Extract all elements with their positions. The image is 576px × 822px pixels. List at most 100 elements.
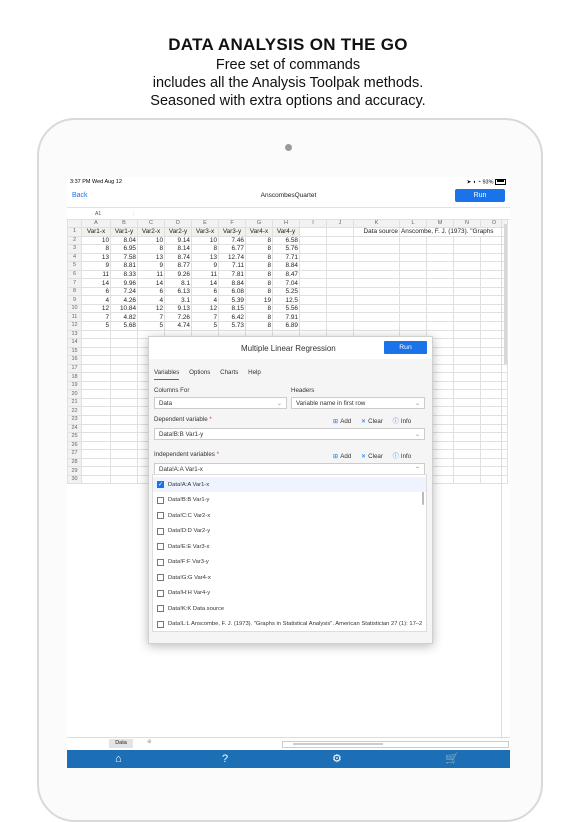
cell[interactable]: 8 <box>81 244 111 254</box>
cell[interactable] <box>353 286 400 297</box>
row-header[interactable]: 30 <box>67 474 82 485</box>
cell[interactable]: 7 <box>137 312 165 322</box>
cell[interactable] <box>81 380 111 391</box>
row-header[interactable]: 13 <box>67 329 82 340</box>
cell[interactable] <box>81 397 111 408</box>
cell[interactable] <box>453 466 481 476</box>
cell[interactable] <box>110 355 138 365</box>
cell[interactable]: 5.25 <box>272 286 300 297</box>
cell[interactable]: 8 <box>191 244 219 254</box>
cell[interactable] <box>453 244 481 254</box>
cell[interactable] <box>453 269 481 280</box>
cell[interactable] <box>353 244 400 254</box>
cell[interactable] <box>453 406 481 417</box>
tab-help[interactable]: Help <box>248 369 261 376</box>
cell[interactable]: 13 <box>191 252 219 263</box>
cell[interactable] <box>326 295 354 305</box>
cell[interactable]: 7.58 <box>110 252 138 263</box>
cell[interactable]: 9 <box>81 261 111 271</box>
column-header[interactable]: D <box>164 219 192 228</box>
column-header[interactable]: C <box>137 219 165 228</box>
cell[interactable]: 8 <box>245 303 273 314</box>
cell[interactable] <box>81 338 111 348</box>
cell[interactable] <box>326 227 354 237</box>
checkbox[interactable] <box>157 605 164 612</box>
cell[interactable] <box>299 286 327 297</box>
cell[interactable] <box>453 389 481 399</box>
cell[interactable] <box>110 474 138 485</box>
cell[interactable]: 8 <box>245 235 273 246</box>
cell[interactable] <box>399 295 427 305</box>
column-header[interactable]: F <box>218 219 246 228</box>
cell[interactable] <box>81 449 111 459</box>
cell[interactable]: 8 <box>245 321 273 331</box>
cell[interactable] <box>326 235 354 246</box>
dependent-add-button[interactable]: ⊞ Add <box>333 418 351 425</box>
cell[interactable]: Var4-y <box>272 227 300 237</box>
checkbox[interactable] <box>157 512 164 519</box>
list-item[interactable]: Data!K:K Data source <box>153 601 426 616</box>
cell[interactable] <box>453 261 481 271</box>
cell[interactable] <box>110 346 138 357</box>
cell[interactable] <box>326 286 354 297</box>
cell[interactable] <box>399 312 427 322</box>
cell[interactable]: 7.91 <box>272 312 300 322</box>
cell[interactable]: 6.42 <box>218 312 246 322</box>
tab-charts[interactable]: Charts <box>220 369 238 376</box>
cell[interactable]: 7.26 <box>164 312 192 322</box>
cell[interactable] <box>453 363 481 374</box>
cell[interactable] <box>110 423 138 434</box>
tab-options[interactable]: Options <box>189 369 210 376</box>
cell[interactable]: 8 <box>245 312 273 322</box>
list-item[interactable]: Data!E:E Var3-x <box>153 539 426 554</box>
cell[interactable] <box>110 466 138 476</box>
cell[interactable]: 9.26 <box>164 269 192 280</box>
cell[interactable] <box>399 303 427 314</box>
cell[interactable]: Var3-x <box>191 227 219 237</box>
cell[interactable] <box>399 252 427 263</box>
row-header[interactable]: 29 <box>67 466 82 476</box>
row-header[interactable]: 25 <box>67 432 82 442</box>
cell[interactable]: 12 <box>191 303 219 314</box>
cell[interactable]: 11 <box>81 269 111 280</box>
cell[interactable] <box>110 389 138 399</box>
cell[interactable] <box>453 415 481 425</box>
scroll-thumb[interactable] <box>504 224 507 364</box>
row-header[interactable]: 7 <box>67 278 82 288</box>
cell[interactable] <box>81 457 111 468</box>
cell[interactable] <box>110 406 138 417</box>
cell[interactable]: 6.13 <box>164 286 192 297</box>
cell[interactable] <box>299 244 327 254</box>
cell[interactable] <box>326 312 354 322</box>
cell[interactable] <box>110 329 138 340</box>
sheet-tab-data[interactable]: Data <box>109 739 133 748</box>
cell[interactable] <box>81 466 111 476</box>
cell[interactable] <box>81 432 111 442</box>
cell[interactable]: 8 <box>245 244 273 254</box>
cell[interactable]: 9 <box>137 261 165 271</box>
cell[interactable] <box>453 380 481 391</box>
cell[interactable] <box>299 252 327 263</box>
cell[interactable]: 9.96 <box>110 278 138 288</box>
cell[interactable] <box>81 423 111 434</box>
checkbox[interactable] <box>157 496 164 504</box>
columns-for-select[interactable]: Data ⌄ <box>154 397 287 409</box>
cell[interactable] <box>299 269 327 280</box>
cell[interactable]: 5 <box>81 321 111 331</box>
cell[interactable] <box>426 278 454 288</box>
cell[interactable] <box>326 244 354 254</box>
cell[interactable]: 6.58 <box>272 235 300 246</box>
cell[interactable] <box>453 346 481 357</box>
row-header[interactable]: 14 <box>67 338 82 348</box>
row-header[interactable]: 2 <box>67 235 82 246</box>
cell[interactable] <box>426 303 454 314</box>
cell[interactable]: 8.14 <box>164 244 192 254</box>
cell[interactable]: 8.84 <box>272 261 300 271</box>
cell[interactable]: 7 <box>191 312 219 322</box>
cell[interactable] <box>81 329 111 340</box>
cell[interactable]: 11 <box>191 269 219 280</box>
column-header[interactable]: H <box>272 219 300 228</box>
cell[interactable] <box>453 321 481 331</box>
cell[interactable] <box>110 449 138 459</box>
cell[interactable]: 10.84 <box>110 303 138 314</box>
